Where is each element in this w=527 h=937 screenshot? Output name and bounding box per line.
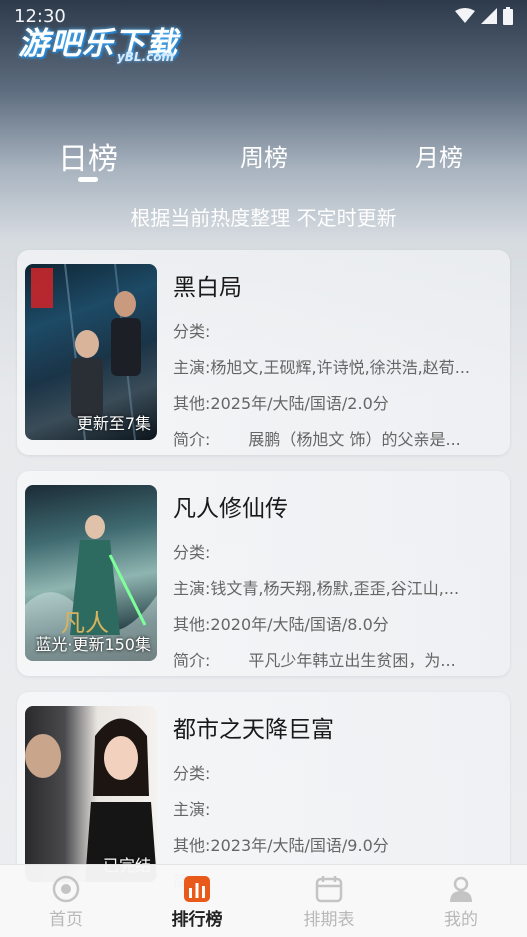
- poster-image[interactable]: 更新至7集: [25, 264, 157, 440]
- other-value: 2020年/大陆/国语/8.0分: [210, 615, 389, 634]
- intro-value: 平凡少年韩立出生贫困，为...: [248, 651, 456, 670]
- list-item[interactable]: 凡人 蓝光·更新150集 凡人修仙传 分类: 主演:钱文青,杨天翔,杨默,歪歪,…: [17, 471, 510, 676]
- item-cast: 主演:: [173, 792, 500, 828]
- other-label: 其他:: [173, 394, 211, 413]
- poster-image[interactable]: 凡人 蓝光·更新150集: [25, 485, 157, 661]
- nav-home[interactable]: 首页: [21, 875, 111, 930]
- item-title[interactable]: 都市之天降巨富: [173, 710, 500, 744]
- status-icons: [455, 7, 513, 25]
- tab-weekly[interactable]: 周榜: [240, 138, 288, 173]
- app-logo: 游吧乐下载 yBL.com: [18, 18, 188, 68]
- tab-monthly[interactable]: 月榜: [415, 138, 463, 173]
- category-label: 分类:: [173, 322, 211, 341]
- nav-schedule-label: 排期表: [303, 910, 355, 930]
- item-other: 其他:2025年/大陆/国语/2.0分: [173, 386, 500, 422]
- item-category: 分类:: [173, 756, 500, 792]
- item-category: 分类:: [173, 314, 500, 350]
- nav-profile[interactable]: 我的: [416, 875, 506, 930]
- wifi-icon: [455, 8, 475, 23]
- item-title[interactable]: 凡人修仙传: [173, 489, 500, 523]
- battery-icon: [503, 7, 513, 25]
- intro-label: 简介:: [173, 651, 211, 670]
- tab-active-indicator: [78, 177, 98, 182]
- cast-value: 钱文青,杨天翔,杨默,歪歪,谷江山,...: [210, 579, 460, 598]
- nav-ranking-label: 排行榜: [171, 910, 223, 930]
- home-icon: [52, 875, 80, 903]
- bottom-nav: 首页 排行榜 排期表 我的: [0, 864, 527, 937]
- category-label: 分类:: [173, 764, 211, 783]
- intro-label: 简介:: [173, 430, 211, 449]
- ranking-icon: [184, 876, 210, 902]
- item-other: 其他:2020年/大陆/国语/8.0分: [173, 607, 500, 643]
- item-intro: 简介: 展鹏（杨旭文 饰）的父亲是...: [173, 422, 500, 455]
- calendar-icon: [315, 876, 343, 903]
- episode-badge: 更新至7集: [76, 414, 151, 433]
- nav-ranking[interactable]: 排行榜: [152, 875, 242, 930]
- item-title[interactable]: 黑白局: [173, 268, 500, 302]
- poster-image[interactable]: 已完结: [25, 706, 157, 882]
- logo-sub-text: yBL.com: [116, 50, 174, 64]
- item-info: 黑白局 分类: 主演:杨旭文,王砚辉,许诗悦,徐洪浩,赵荀... 其他:2025…: [173, 268, 500, 455]
- user-icon: [450, 876, 472, 902]
- category-label: 分类:: [173, 543, 211, 562]
- signal-icon: [481, 8, 497, 24]
- list-item[interactable]: 更新至7集 黑白局 分类: 主演:杨旭文,王砚辉,许诗悦,徐洪浩,赵荀... 其…: [17, 250, 510, 455]
- nav-home-label: 首页: [49, 910, 83, 930]
- nav-profile-label: 我的: [444, 910, 478, 930]
- cast-label: 主演:: [173, 800, 211, 819]
- cast-value: 杨旭文,王砚辉,许诗悦,徐洪浩,赵荀...: [210, 358, 471, 377]
- item-info: 凡人修仙传 分类: 主演:钱文青,杨天翔,杨默,歪歪,谷江山,... 其他:20…: [173, 489, 500, 676]
- other-label: 其他:: [173, 615, 211, 634]
- tab-daily[interactable]: 日榜: [58, 134, 118, 178]
- item-other: 其他:2023年/大陆/国语/9.0分: [173, 828, 500, 864]
- episode-badge: 蓝光·更新150集: [35, 635, 151, 654]
- item-cast: 主演:钱文青,杨天翔,杨默,歪歪,谷江山,...: [173, 571, 500, 607]
- other-label: 其他:: [173, 836, 211, 855]
- item-cast: 主演:杨旭文,王砚辉,许诗悦,徐洪浩,赵荀...: [173, 350, 500, 386]
- cast-label: 主演:: [173, 358, 211, 377]
- item-category: 分类:: [173, 535, 500, 571]
- intro-value: 展鹏（杨旭文 饰）的父亲是...: [248, 430, 461, 449]
- nav-schedule[interactable]: 排期表: [284, 875, 374, 930]
- other-value: 2023年/大陆/国语/9.0分: [210, 836, 389, 855]
- other-value: 2025年/大陆/国语/2.0分: [210, 394, 389, 413]
- cast-label: 主演:: [173, 579, 211, 598]
- ranking-subtitle: 根据当前热度整理 不定时更新: [130, 206, 397, 230]
- item-intro: 简介: 平凡少年韩立出生贫困，为...: [173, 643, 500, 676]
